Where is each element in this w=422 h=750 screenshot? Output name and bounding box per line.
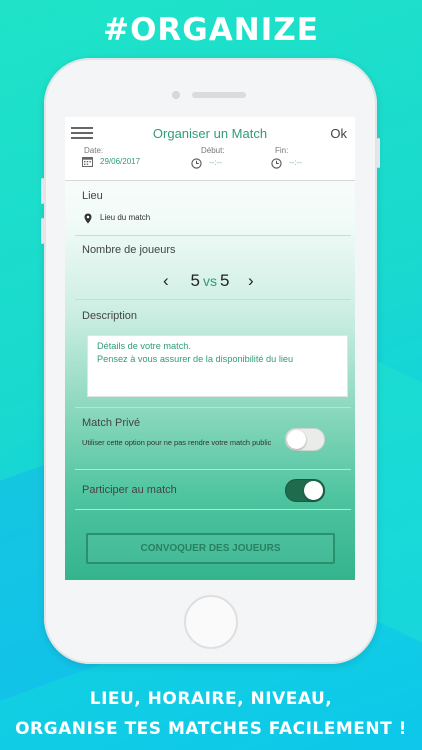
end-time-field[interactable]: Fin: --:-- <box>269 146 339 180</box>
increase-chevron-icon[interactable]: › <box>248 271 254 291</box>
phone-speaker <box>192 92 246 98</box>
promo-title: #ORGANIZE <box>103 12 319 48</box>
phone-button <box>377 138 380 168</box>
divider <box>75 407 351 408</box>
divider <box>75 235 351 236</box>
lieu-label: Lieu <box>82 190 103 202</box>
start-time-field[interactable]: Début: --:-- <box>189 146 259 180</box>
participate-toggle[interactable] <box>285 479 325 502</box>
vs-label: vs <box>203 273 217 289</box>
decrease-chevron-icon[interactable]: ‹ <box>163 271 169 291</box>
front-camera <box>172 91 180 99</box>
promo-caption-line-1: LIEU, HORAIRE, NIVEAU, <box>89 689 333 709</box>
end-time-label: Fin: <box>275 146 289 155</box>
description-textarea[interactable]: Détails de votre match. Pensez à vous as… <box>87 335 348 397</box>
toggle-knob <box>304 481 323 500</box>
participate-label: Participer au match <box>82 484 177 496</box>
clock-icon <box>191 158 202 169</box>
app-screen: Organiser un Match Ok Date: 29/06/2017 D… <box>65 117 355 580</box>
private-match-help: Utiliser cette option pour ne pas rendre… <box>82 438 272 447</box>
date-field[interactable]: Date: 29/06/2017 <box>82 146 172 180</box>
promo-caption: LIEU, HORAIRE, NIVEAU, ORGANISE TES MATC… <box>0 684 422 744</box>
promo-caption-line-2: ORGANISE TES MATCHES FACILEMENT ! <box>15 719 407 739</box>
phone-button <box>41 178 44 204</box>
date-time-row: Date: 29/06/2017 Début: --:-- Fin: --:-- <box>65 146 355 181</box>
date-label: Date: <box>84 146 104 155</box>
clock-icon <box>271 158 282 169</box>
divider <box>75 469 351 470</box>
start-time-label: Début: <box>201 146 225 155</box>
end-time-value: --:-- <box>289 158 302 167</box>
phone-button <box>41 218 44 244</box>
left-team-count: 5 <box>190 271 200 290</box>
divider <box>75 299 351 300</box>
players-label: Nombre de joueurs <box>82 244 176 256</box>
page-title: Organiser un Match <box>152 126 268 141</box>
private-match-label: Match Privé <box>82 417 141 429</box>
ok-button[interactable]: Ok <box>330 126 347 141</box>
convoke-players-button[interactable]: CONVOQUER DES JOUEURS <box>86 533 335 564</box>
date-value: 29/06/2017 <box>100 157 141 166</box>
calendar-icon <box>82 157 93 167</box>
start-time-value: --:-- <box>209 158 222 167</box>
lieu-input[interactable]: Lieu du match <box>100 213 150 222</box>
location-pin-icon <box>84 213 92 224</box>
description-label: Description <box>82 310 138 322</box>
home-button <box>184 595 238 649</box>
private-match-toggle[interactable] <box>285 428 325 451</box>
right-team-count: 5 <box>220 271 230 290</box>
toggle-knob <box>287 430 306 449</box>
divider <box>75 509 351 510</box>
players-counter: ‹ 5 vs 5 › <box>65 271 355 293</box>
